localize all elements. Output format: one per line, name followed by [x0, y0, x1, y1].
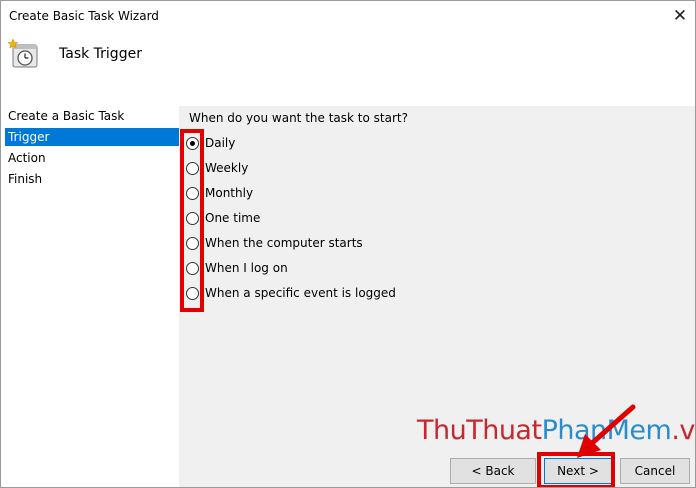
radio-option-computer-starts[interactable]: When the computer starts: [186, 234, 363, 252]
next-highlight-box: [537, 452, 615, 487]
radio-label: One time: [205, 211, 261, 225]
sidebar-item-trigger: Trigger: [5, 128, 179, 146]
trigger-question: When do you want the task to start?: [189, 111, 408, 125]
radio-label: Weekly: [205, 161, 249, 175]
wizard-header: Task Trigger: [1, 31, 695, 106]
back-button[interactable]: < Back: [450, 458, 536, 484]
radio-highlight-box: [180, 129, 204, 312]
wizard-steps-sidebar: Create a Basic Task Trigger Action Finis…: [1, 106, 179, 487]
cancel-button[interactable]: Cancel: [620, 458, 690, 484]
title-bar: Create Basic Task Wizard ✕: [1, 1, 695, 31]
radio-label: When I log on: [205, 261, 288, 275]
radio-label: Daily: [205, 136, 236, 150]
watermark-part: .vn: [671, 415, 695, 446]
watermark-part: ThuThuat: [417, 415, 542, 446]
radio-option-event-logged[interactable]: When a specific event is logged: [186, 284, 396, 302]
radio-label: When the computer starts: [205, 236, 363, 250]
radio-label: When a specific event is logged: [205, 286, 396, 300]
wizard-window: Create Basic Task Wizard ✕ Task Trigger …: [0, 0, 696, 488]
close-icon[interactable]: ✕: [665, 1, 695, 31]
sidebar-item-create-basic-task: Create a Basic Task: [8, 109, 125, 123]
page-heading: Task Trigger: [59, 46, 142, 62]
window-title: Create Basic Task Wizard: [9, 9, 159, 23]
wizard-content: When do you want the task to start? Dail…: [179, 106, 695, 487]
watermark: ThuThuatPhanMem.vn: [417, 415, 695, 446]
task-scheduler-clock-icon: [7, 38, 38, 68]
sidebar-item-action: Action: [8, 151, 46, 165]
sidebar-item-finish: Finish: [8, 172, 43, 186]
radio-label: Monthly: [205, 186, 254, 200]
